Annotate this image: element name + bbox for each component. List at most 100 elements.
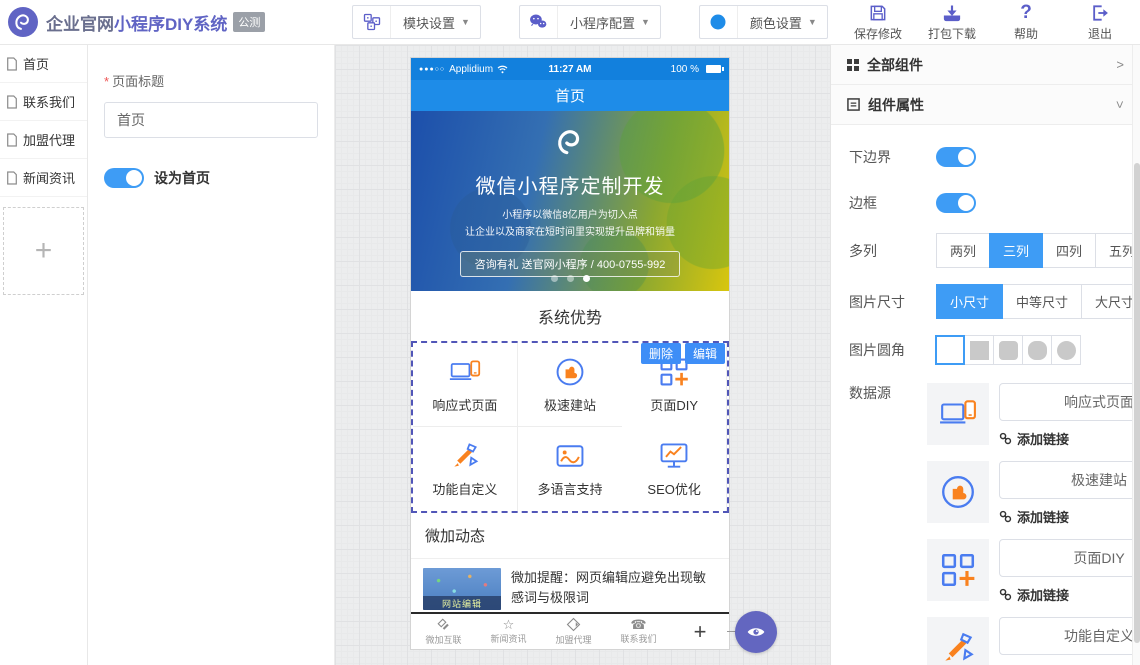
add-link-button[interactable]: 添加链接 xyxy=(999,507,1140,526)
download-button[interactable]: 打包下载 xyxy=(926,3,978,42)
banner-slide[interactable]: 微信小程序定制开发 小程序以微信8亿用户为切入点 让企业以及商家在短时间里实现提… xyxy=(411,111,729,291)
sidebar-item-news[interactable]: 新闻资讯 xyxy=(0,159,87,197)
sidebar-item-home[interactable]: 首页 xyxy=(0,45,87,83)
advantage-item[interactable]: 多语言支持 xyxy=(518,427,623,511)
sidebar-item-contact[interactable]: 联系我们 xyxy=(0,83,87,121)
panel-scrollbar[interactable] xyxy=(1132,45,1140,665)
page-title-label: *页面标题 xyxy=(104,71,318,90)
plus-icon: + xyxy=(694,619,707,644)
tab-brand[interactable]: 微加互联 xyxy=(411,617,476,646)
scrollbar-thumb[interactable] xyxy=(1134,163,1140,643)
advantage-item[interactable]: SEO优化 xyxy=(622,427,727,511)
tags-icon xyxy=(566,617,581,632)
phone-icon: ☎ xyxy=(630,618,646,631)
radius-option-rounded[interactable] xyxy=(993,335,1023,365)
news-list-item[interactable]: 网站编辑 微加提醒：网页编辑应避免出现敏感词与极限词 xyxy=(411,559,729,610)
download-icon xyxy=(942,3,962,23)
tab-agents[interactable]: 加盟代理 xyxy=(541,617,606,646)
columns-option-2[interactable]: 两列 xyxy=(936,233,990,268)
bottom-border-label: 下边界 xyxy=(849,147,936,167)
image-radius-picker xyxy=(936,335,1081,365)
exit-icon xyxy=(1090,3,1110,23)
clock-label: 11:27 AM xyxy=(549,64,592,75)
sidebar-item-agents[interactable]: 加盟代理 xyxy=(0,121,87,159)
page-icon xyxy=(6,171,18,185)
advantage-item[interactable]: 功能自定义 xyxy=(413,427,518,511)
radius-option-rounder[interactable] xyxy=(1022,335,1052,365)
advantage-item[interactable]: 响应式页面 xyxy=(413,343,518,427)
component-props-icon xyxy=(847,98,860,111)
color-settings-dropdown[interactable]: 颜色设置 ▼ xyxy=(699,5,828,39)
radius-option-circle[interactable] xyxy=(1051,335,1081,365)
save-button[interactable]: 保存修改 xyxy=(852,3,904,42)
advantages-component-selected[interactable]: 删除 编辑 响应式页面 极速建站 页面DIY xyxy=(411,341,729,513)
delete-component-button[interactable]: 删除 xyxy=(641,343,681,364)
advantage-item[interactable]: 极速建站 xyxy=(518,343,623,427)
image-size-segmented-control: 小尺寸 中等尺寸 大尺寸 xyxy=(936,284,1140,319)
image-size-medium[interactable]: 中等尺寸 xyxy=(1002,284,1082,319)
top-actions: 保存修改 打包下载 ? 帮助 退出 xyxy=(852,3,1140,42)
radius-option-square[interactable] xyxy=(964,335,994,365)
carrier-label: Applidium xyxy=(449,64,493,75)
module-settings-dropdown[interactable]: 模块设置 ▼ xyxy=(352,5,481,39)
page-icon xyxy=(6,133,18,147)
banner-subtitle-1: 小程序以微信8亿用户为切入点 xyxy=(411,206,729,221)
add-link-button[interactable]: 添加链接 xyxy=(999,429,1140,448)
datasource-title-input[interactable] xyxy=(999,461,1140,499)
phone-preview: ●●●○○ Applidium 11:27 AM 100 % 首页 xyxy=(410,57,730,650)
columns-option-4[interactable]: 四列 xyxy=(1042,233,1096,268)
pencil-icon xyxy=(927,617,989,665)
border-label: 边框 xyxy=(849,193,936,213)
datasource-title-input[interactable] xyxy=(999,383,1140,421)
link-icon xyxy=(999,588,1012,601)
chevron-down-icon: > xyxy=(1113,101,1128,109)
eye-icon xyxy=(746,622,766,642)
page-settings-panel: *页面标题 设为首页 xyxy=(88,45,335,665)
datasource-list: 添加链接 添加链接 xyxy=(927,383,1140,665)
wechat-icon xyxy=(520,6,558,38)
datasource-row: 添加链接 xyxy=(927,539,1140,604)
columns-option-3-selected[interactable]: 三列 xyxy=(989,233,1043,268)
dot[interactable] xyxy=(551,275,558,282)
datasource-title-input[interactable] xyxy=(999,539,1140,577)
set-home-toggle[interactable] xyxy=(104,168,144,188)
carousel-dots xyxy=(411,275,729,282)
chevron-right-icon: > xyxy=(1116,57,1124,72)
add-link-button[interactable]: 添加链接 xyxy=(999,585,1140,604)
link-icon xyxy=(999,510,1012,523)
datasource-title-input[interactable] xyxy=(999,617,1140,655)
image-size-small-selected[interactable]: 小尺寸 xyxy=(936,284,1003,319)
color-circle-icon xyxy=(700,6,738,38)
add-tab-button[interactable]: + xyxy=(671,619,729,645)
tab-contact[interactable]: ☎ 联系我们 xyxy=(606,618,671,645)
brand-diamond-icon xyxy=(436,617,451,632)
exit-button[interactable]: 退出 xyxy=(1074,3,1126,42)
component-props-header[interactable]: 组件属性 > xyxy=(831,85,1140,125)
bottom-border-toggle[interactable] xyxy=(936,147,976,167)
preview-button[interactable] xyxy=(735,611,777,653)
banner-cta-pill[interactable]: 咨询有礼 送官网小程序 / 400-0755-992 xyxy=(460,251,681,277)
all-components-header[interactable]: 全部组件 > xyxy=(831,45,1140,85)
page-title-input[interactable] xyxy=(104,102,318,138)
dot[interactable] xyxy=(567,275,574,282)
edit-component-button[interactable]: 编辑 xyxy=(685,343,725,364)
datasource-row: 添加链接 xyxy=(927,383,1140,448)
chevron-down-icon: ▼ xyxy=(808,17,827,27)
datasource-row: 添加链接 xyxy=(927,461,1140,526)
chevron-down-icon: ▼ xyxy=(461,17,480,27)
tab-news[interactable]: ☆ 新闻资讯 xyxy=(476,618,541,645)
news-item-text: 微加提醒：网页编辑应避免出现敏感词与极限词 xyxy=(511,568,717,610)
seo-monitor-icon xyxy=(658,440,690,472)
border-toggle[interactable] xyxy=(936,193,976,213)
brand: 企业官网小程序DIY系统 公测 xyxy=(0,7,352,37)
radius-option-square-selected[interactable] xyxy=(935,335,965,365)
add-page-button[interactable]: + xyxy=(3,207,84,295)
datasource-row: 添加链接 xyxy=(927,617,1140,665)
miniprogram-config-dropdown[interactable]: 小程序配置 ▼ xyxy=(519,5,661,39)
selection-actions: 删除 编辑 xyxy=(641,343,725,364)
required-mark: * xyxy=(104,74,109,89)
puzzle-icon xyxy=(554,356,586,388)
help-button[interactable]: ? 帮助 xyxy=(1000,3,1052,42)
dot-active[interactable] xyxy=(583,275,590,282)
puzzle-icon xyxy=(927,461,989,523)
